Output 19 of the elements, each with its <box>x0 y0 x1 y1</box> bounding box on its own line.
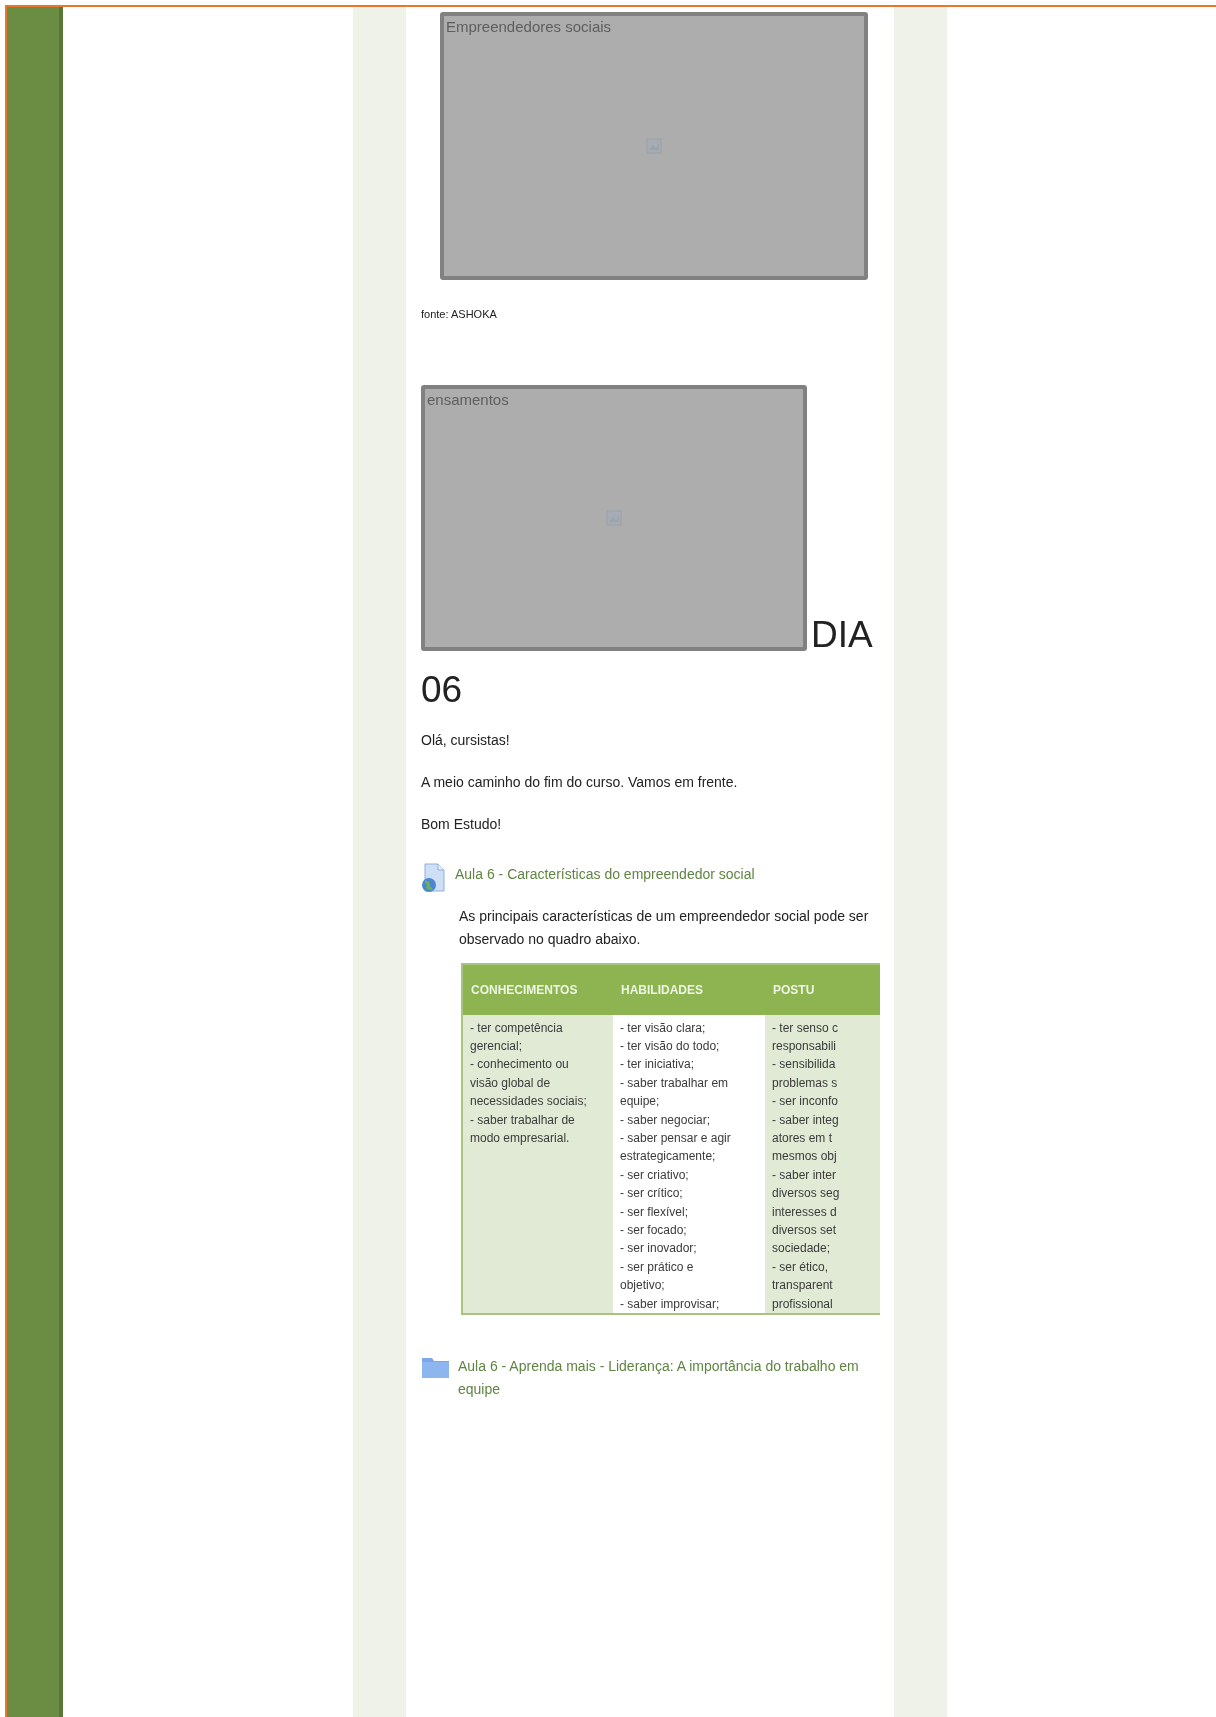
column-header: HABILIDADES <box>613 964 765 1015</box>
image-alt-text: Empreendedores sociais <box>446 17 612 37</box>
heading: DIA <box>811 615 873 653</box>
web-page-icon <box>421 862 447 893</box>
table-cell: - ter visão clara; - ter visão do todo; - ter iniciativa; - saber trabalhar em equipe; - saber negociar; - saber pensar e agir estrategicamente; - ser criativo; - ser crítico; - ser flexível; - ser focado; - ser inovador; - ser prático e objetivo; - saber improvisar; <box>613 1014 765 1313</box>
description: As principais características de um empreendedor social pode ser observado no quadro abaixo. <box>459 906 870 949</box>
table-cell: - ter competência gerencial; - conhecimento ou visão global de necessidades sociais; - saber trabalhar de modo empresarial. <box>463 1014 613 1313</box>
heading: 06 <box>421 670 464 708</box>
paragraph: A meio caminho do fim do curso. Vamos em frente. <box>421 772 739 792</box>
column-header: CONHECIMENTOS <box>463 964 613 1015</box>
paragraph: Bom Estudo! <box>421 814 503 834</box>
folder-icon <box>421 1355 450 1379</box>
caption: fonte: ASHOKA <box>421 307 498 322</box>
resource-link[interactable]: Aula 6 - Características do empreendedor social <box>455 862 755 886</box>
table-cell: - ter senso c responsabili - sensibilida problemas s - ser inconfo - saber integ atores em t mesmos obj - saber inter diversos seg interesses d diversos set sociedade; - ser ético, transparent profissional <box>765 1014 880 1313</box>
resource-link[interactable]: Aula 6 - Aprenda mais - Liderança: A importância do trabalho em equipe <box>458 1355 879 1401</box>
paragraph: Olá, cursistas! <box>421 730 511 750</box>
image-alt-text: ensamentos <box>427 389 509 410</box>
column-header: POSTU <box>765 964 880 1015</box>
